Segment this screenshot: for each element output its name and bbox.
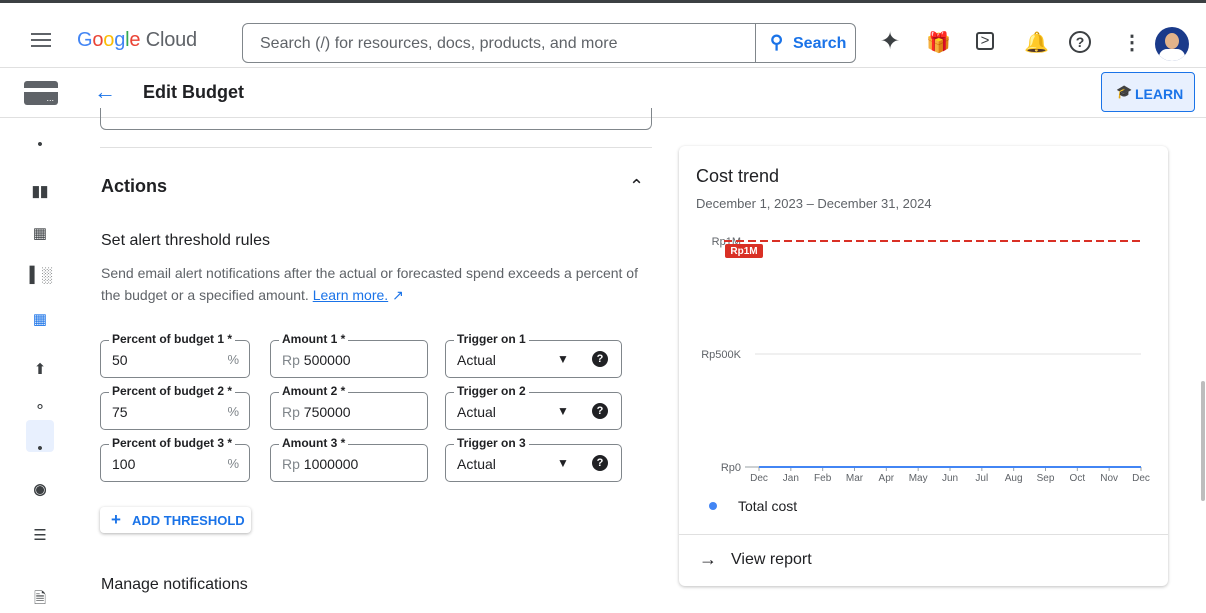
add-threshold-button[interactable]: + ADD THRESHOLD: [100, 507, 251, 533]
help-icon[interactable]: ?: [592, 403, 608, 419]
percent-of-budget-field[interactable]: Percent of budget 3 * 100 %: [100, 436, 250, 482]
gift-icon[interactable]: 🎁: [926, 30, 951, 55]
x-tick-label: Aug: [1005, 473, 1023, 484]
gemini-sparkle-icon[interactable]: ✦: [880, 27, 900, 56]
google-cloud-logo[interactable]: Google Cloud: [77, 29, 197, 52]
scrollbar[interactable]: [1201, 381, 1205, 501]
sidebar-cost-breakdown-icon[interactable]: ▍░: [30, 266, 52, 284]
y-tick-label: Rp0: [721, 462, 741, 474]
x-tick-label: Dec: [1132, 473, 1150, 484]
rules-title: Set alert threshold rules: [101, 232, 270, 249]
trigger-select[interactable]: Trigger on 3 Actual ▼ ?: [445, 436, 622, 482]
x-tick-label: Nov: [1100, 473, 1118, 484]
y-tick-label: Rp500K: [701, 349, 741, 361]
arrow-forward-icon: →: [699, 549, 717, 569]
x-tick-label: Jun: [942, 473, 958, 484]
amount-field[interactable]: Amount 2 * Rp 750000: [270, 384, 428, 430]
previous-field-edge[interactable]: [100, 108, 652, 130]
x-tick-label: Mar: [846, 473, 864, 484]
back-arrow-icon[interactable]: ←: [94, 79, 116, 105]
section-divider: [100, 147, 652, 148]
search-bar[interactable]: Search (/) for resources, docs, products…: [242, 23, 856, 63]
x-tick-label: Jan: [783, 473, 799, 484]
chevron-up-icon[interactable]: ⌃: [629, 176, 644, 197]
x-tick-label: Dec: [750, 473, 768, 484]
dropdown-arrow-icon[interactable]: ▼: [557, 352, 569, 366]
dropdown-arrow-icon[interactable]: ▼: [557, 404, 569, 418]
more-vert-icon[interactable]: ⋮: [1122, 30, 1142, 55]
cost-trend-date-range: December 1, 2023 – December 31, 2024: [696, 196, 932, 211]
cost-trend-title: Cost trend: [696, 166, 780, 186]
percent-of-budget-field[interactable]: Percent of budget 1 * 50 %: [100, 332, 250, 378]
sidebar-dot-icon-2[interactable]: •: [30, 440, 50, 457]
learn-button[interactable]: 🎓 LEARN: [1101, 72, 1195, 112]
menu-icon[interactable]: [31, 33, 51, 51]
card-divider: [679, 534, 1168, 535]
manage-notifications-heading: Manage notifications: [101, 576, 248, 593]
avatar[interactable]: [1155, 27, 1189, 61]
x-tick-label: Sep: [1037, 473, 1055, 484]
x-tick-label: Jul: [975, 473, 988, 484]
actions-heading: Actions: [101, 176, 168, 196]
sidebar-dot-icon[interactable]: •: [30, 136, 50, 153]
external-link-icon: ↗: [392, 287, 404, 303]
cost-trend-card: Cost trend December 1, 2023 – December 3…: [679, 146, 1168, 586]
help-icon[interactable]: ?: [592, 351, 608, 367]
sidebar-export-icon[interactable]: ⬆: [30, 360, 50, 378]
search-input[interactable]: Search (/) for resources, docs, products…: [260, 35, 617, 53]
legend-dot-total-cost: [709, 502, 717, 510]
budget-line-label: Rp1M: [730, 246, 757, 257]
sidebar-pricing-icon[interactable]: ⚬: [30, 398, 50, 416]
sidebar: • ▮▮ ▦ ▍░ ▦ ⬆ ⚬ • ◉ ☰ 🗎: [0, 118, 80, 607]
billing-card-icon[interactable]: ...: [24, 81, 58, 105]
notifications-icon[interactable]: 🔔: [1024, 30, 1049, 55]
rules-description: Send email alert notifications after the…: [101, 265, 638, 303]
search-button[interactable]: ⚲ Search: [755, 24, 857, 62]
sidebar-reports-icon[interactable]: ▮▮: [30, 182, 50, 200]
x-tick-label: Oct: [1070, 473, 1086, 484]
cost-trend-chart: Rp0 Rp500K Rp1M Dec Jan Feb Mar Apr May Jun Jul Aug…: [701, 236, 1150, 484]
plus-icon: +: [111, 510, 121, 529]
sidebar-table-icon[interactable]: ▦: [30, 224, 50, 242]
cloud-shell-icon[interactable]: >: [976, 32, 994, 50]
search-icon: ⚲: [770, 32, 784, 52]
dropdown-arrow-icon[interactable]: ▼: [557, 456, 569, 470]
sidebar-budgets-icon[interactable]: ▦: [30, 310, 50, 328]
percent-of-budget-field[interactable]: Percent of budget 2 * 75 %: [100, 384, 250, 430]
x-tick-label: Feb: [814, 473, 832, 484]
x-tick-label: Apr: [879, 473, 895, 484]
learn-more-link[interactable]: Learn more.: [313, 287, 388, 303]
top-bar: Google Cloud Search (/) for resources, d…: [0, 0, 1206, 68]
sidebar-documents-icon[interactable]: 🗎: [30, 588, 50, 613]
sidebar-transactions-icon[interactable]: ☰: [30, 526, 50, 544]
trigger-select[interactable]: Trigger on 2 Actual ▼ ?: [445, 384, 622, 430]
legend-label-total-cost: Total cost: [738, 498, 798, 514]
trigger-select[interactable]: Trigger on 1 Actual ▼ ?: [445, 332, 622, 378]
amount-field[interactable]: Amount 1 * Rp 500000: [270, 332, 428, 378]
sidebar-payment-icon[interactable]: ◉: [30, 480, 50, 498]
amount-field[interactable]: Amount 3 * Rp 1000000: [270, 436, 428, 482]
school-icon: 🎓: [1116, 84, 1133, 99]
help-icon[interactable]: ?: [1069, 31, 1091, 53]
x-tick-label: May: [909, 473, 928, 484]
page-title: Edit Budget: [143, 82, 244, 102]
help-icon[interactable]: ?: [592, 455, 608, 471]
